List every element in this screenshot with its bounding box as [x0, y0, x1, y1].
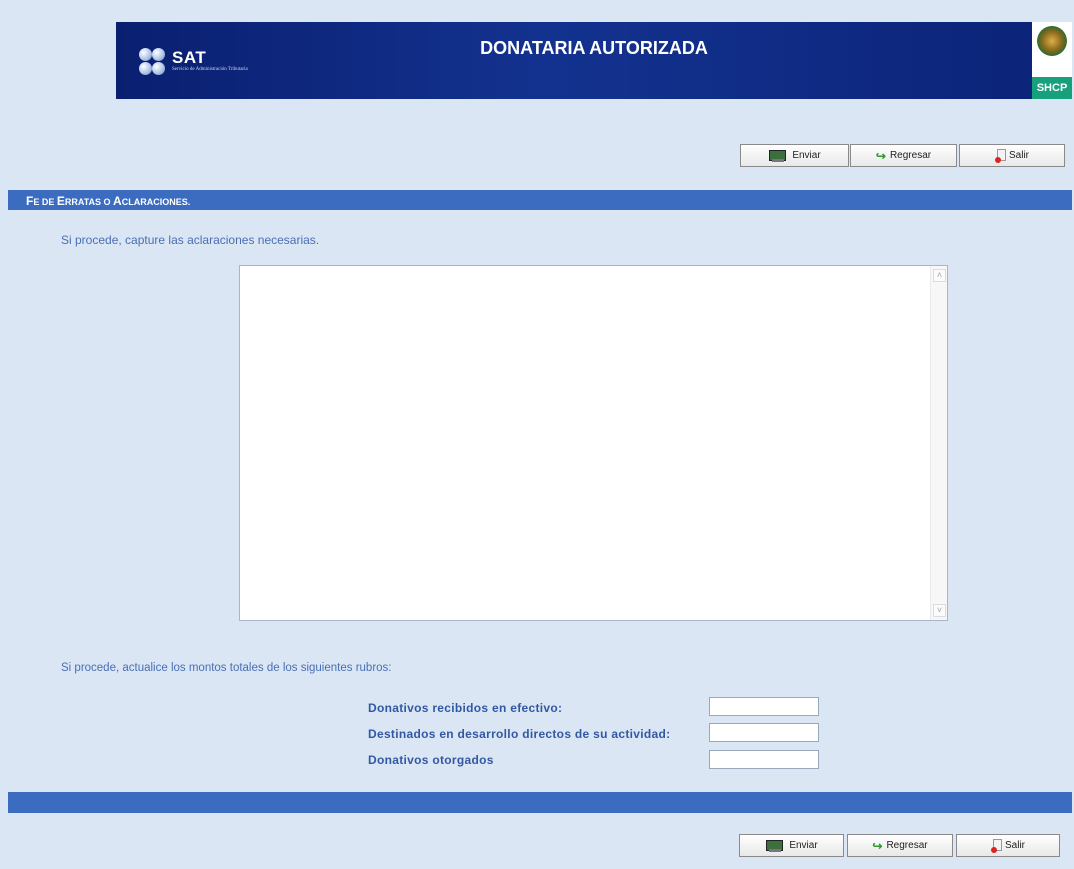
sat-logo-subtext: Servicio de Administración Tributaria [172, 67, 248, 72]
cash-donations-label: Donativos recibidos en efectivo: [368, 701, 563, 715]
activity-expenses-input[interactable] [709, 723, 819, 742]
shcp-label: SHCP [1032, 77, 1072, 99]
exit-label: Salir [1008, 150, 1029, 161]
activity-expenses-label: Destinados en desarrollo directos de su … [368, 727, 671, 741]
send-icon [768, 149, 788, 162]
scroll-up-icon[interactable]: ˄ [933, 269, 946, 282]
clarifications-hint: Si procede, capture las aclaraciones nec… [61, 233, 320, 247]
back-label: Regresar [886, 840, 928, 851]
exit-button-top[interactable]: Salir [959, 144, 1065, 167]
textarea-scrollbar[interactable]: ˄ ˅ [930, 266, 947, 620]
send-label: Enviar [789, 840, 818, 851]
page-title: DONATARIA AUTORIZADA [480, 38, 708, 58]
footer-bar [8, 792, 1072, 813]
back-arrow-icon: ↪ [875, 148, 886, 163]
send-label: Enviar [792, 150, 821, 161]
send-button-top[interactable]: Enviar [740, 144, 849, 167]
cash-donations-input[interactable] [709, 697, 819, 716]
back-arrow-icon: ↪ [872, 838, 883, 853]
section-title: FE DE ERRATAS O ACLARACIONES. [26, 194, 191, 208]
back-button-top[interactable]: ↪ Regresar [850, 144, 957, 167]
back-label: Regresar [889, 150, 932, 161]
exit-label: Salir [1004, 840, 1025, 851]
shcp-emblem-icon [1037, 26, 1067, 56]
donations-granted-label: Donativos otorgados [368, 753, 494, 767]
totals-hint: Si procede, actualice los montos totales… [61, 662, 392, 674]
donations-granted-input[interactable] [709, 750, 819, 769]
shcp-logo: SHCP [1032, 22, 1072, 99]
back-button-bottom[interactable]: ↪ Regresar [847, 834, 953, 857]
send-button-bottom[interactable]: Enviar [739, 834, 844, 857]
exit-icon [994, 148, 1006, 163]
exit-icon [990, 838, 1002, 853]
scroll-down-icon[interactable]: ˅ [933, 604, 946, 617]
section-bar: FE DE ERRATAS O ACLARACIONES. [8, 190, 1072, 210]
exit-button-bottom[interactable]: Salir [956, 834, 1060, 857]
header-banner: SAT Servicio de Administración Tributari… [116, 22, 1072, 99]
send-icon [765, 839, 785, 852]
clarifications-textarea-container: ˄ ˅ [239, 265, 948, 621]
clarifications-textarea[interactable] [240, 266, 930, 620]
